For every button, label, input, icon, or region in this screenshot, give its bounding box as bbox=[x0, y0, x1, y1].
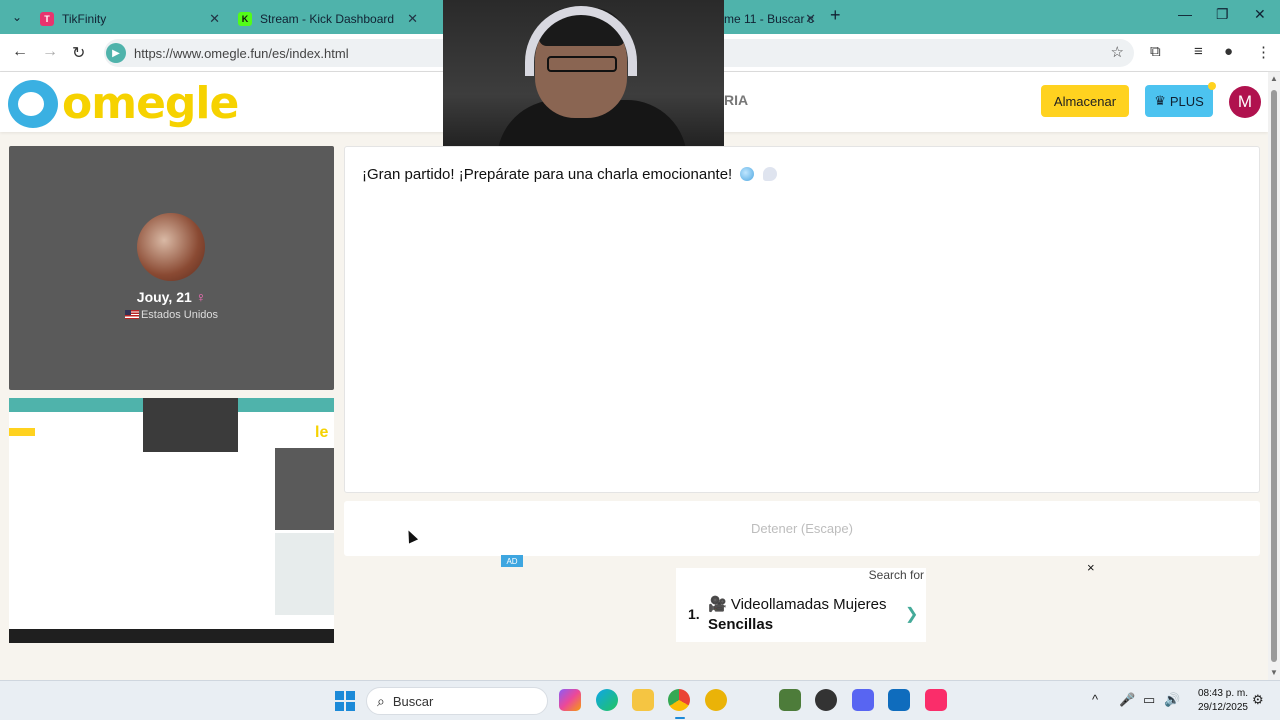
female-icon: ♀ bbox=[195, 289, 207, 305]
nav-link-partial[interactable]: RIA bbox=[724, 92, 748, 108]
tab-label: me 11 - Buscar c bbox=[724, 12, 814, 26]
mirrored-webcam bbox=[143, 398, 238, 452]
ad-close-icon[interactable]: × bbox=[1087, 560, 1095, 575]
chevron-up-icon[interactable]: ^ bbox=[1092, 692, 1098, 707]
mirrored-stranger-panel bbox=[275, 448, 334, 530]
plus-label: PLUS bbox=[1169, 93, 1204, 109]
stranger-video-panel: Jouy, 21 ♀ Estados Unidos bbox=[9, 146, 334, 390]
plus-button[interactable]: ♛ PLUS bbox=[1145, 85, 1213, 117]
notification-dot bbox=[1208, 82, 1216, 90]
media-controls-icon[interactable]: ≡ bbox=[1194, 43, 1203, 60]
active-app-indicator bbox=[675, 717, 685, 719]
chrome-icon[interactable] bbox=[668, 689, 690, 711]
taskbar-search-placeholder: Buscar bbox=[392, 693, 434, 709]
video-camera-icon: 🎥 bbox=[708, 596, 727, 613]
volume-icon[interactable]: 🔊 bbox=[1164, 692, 1180, 708]
site-info-icon[interactable]: ▶ bbox=[106, 43, 126, 63]
minimize-icon[interactable]: — bbox=[1178, 6, 1192, 22]
scroll-thumb[interactable] bbox=[1271, 90, 1277, 662]
close-tab-icon[interactable]: ✕ bbox=[407, 11, 418, 27]
ad-line2: Sencillas bbox=[708, 616, 774, 633]
mirrored-logo: le bbox=[315, 424, 329, 441]
self-video-panel: le bbox=[9, 398, 334, 643]
store-button[interactable]: Almacenar bbox=[1041, 85, 1129, 117]
chat-message-text: ¡Gran partido! ¡Prepárate para una charl… bbox=[362, 166, 733, 183]
scroll-up-icon[interactable]: ▲ bbox=[1270, 74, 1278, 83]
omegle-logo[interactable]: omegle bbox=[8, 78, 239, 129]
taskbar-search[interactable]: ⌕ Buscar bbox=[366, 687, 548, 715]
music-app-icon[interactable] bbox=[925, 689, 947, 711]
ad-search-for: Search for bbox=[868, 568, 924, 582]
scroll-down-icon[interactable]: ▼ bbox=[1270, 668, 1278, 677]
mirrored-ad bbox=[75, 594, 155, 612]
tab-kick-dashboard[interactable]: K Stream - Kick Dashboard ✕ bbox=[228, 4, 426, 34]
close-window-icon[interactable]: ✕ bbox=[1254, 6, 1266, 23]
speech-bubble-icon bbox=[762, 167, 777, 181]
back-icon[interactable]: ← bbox=[12, 43, 28, 61]
headphones-icon bbox=[525, 6, 637, 76]
profile-icon[interactable]: ● bbox=[1224, 43, 1233, 60]
stranger-country: Estados Unidos bbox=[9, 309, 334, 321]
discord-icon[interactable] bbox=[852, 689, 874, 711]
logo-bubble-icon bbox=[8, 79, 58, 128]
chevron-right-icon[interactable]: ❯ bbox=[905, 604, 918, 624]
clock-time: 08:43 p. m. bbox=[1197, 688, 1248, 699]
chat-log[interactable]: ¡Gran partido! ¡Prepárate para una charl… bbox=[344, 146, 1260, 493]
taskbar-clock[interactable]: 08:43 p. m. 29/12/2025 bbox=[1188, 687, 1248, 715]
ad-box[interactable]: Search for 1. 🎥 Videollamadas Mujeres Se… bbox=[676, 568, 926, 642]
menu-icon[interactable]: ⋮ bbox=[1256, 43, 1271, 61]
reload-icon[interactable]: ↻ bbox=[72, 43, 85, 63]
minecraft-icon[interactable] bbox=[779, 689, 801, 711]
new-tab-button[interactable]: + bbox=[830, 5, 841, 26]
store-app-icon[interactable] bbox=[888, 689, 910, 711]
page-scrollbar[interactable]: ▲ ▼ bbox=[1268, 72, 1280, 680]
globe-icon bbox=[740, 167, 755, 181]
windows-taskbar: ⌕ Buscar ^ 🎤 ▭ 🔊 08:43 p. m. 29/12/2025 … bbox=[0, 680, 1280, 720]
clock-date: 29/12/2025 bbox=[1197, 702, 1248, 713]
stranger-name: Jouy, 21 ♀ bbox=[9, 289, 334, 305]
coin-app-icon[interactable] bbox=[705, 689, 727, 711]
us-flag-icon bbox=[124, 310, 139, 319]
windows-start-icon[interactable] bbox=[335, 691, 355, 711]
ad-badge: AD bbox=[501, 555, 523, 567]
tikfinity-icon: T bbox=[40, 12, 54, 26]
tab-search[interactable]: me 11 - Buscar c ✕ bbox=[724, 4, 824, 34]
user-avatar[interactable]: M bbox=[1229, 86, 1261, 118]
microphone-icon[interactable]: 🎤 bbox=[1119, 692, 1135, 708]
close-tab-icon[interactable]: ✕ bbox=[209, 11, 220, 27]
url-text: https://www.omegle.fun/es/index.html bbox=[134, 45, 349, 61]
mirrored-self-panel bbox=[275, 533, 334, 615]
tab-label: Stream - Kick Dashboard bbox=[260, 12, 395, 26]
blank-app-icon[interactable] bbox=[742, 689, 764, 711]
ad-number: 1. bbox=[688, 606, 700, 622]
tab-tikfinity[interactable]: T TikFinity ✕ bbox=[30, 4, 228, 34]
restore-icon[interactable]: ❐ bbox=[1216, 6, 1229, 23]
close-tab-icon[interactable]: ✕ bbox=[805, 11, 816, 27]
chat-message: ¡Gran partido! ¡Prepárate para una charl… bbox=[362, 166, 777, 183]
stranger-avatar bbox=[137, 213, 205, 281]
search-icon: ⌕ bbox=[377, 692, 385, 709]
ad-line1: Videollamadas Mujeres bbox=[730, 596, 887, 613]
mirrored-button bbox=[9, 428, 35, 436]
file-explorer-icon[interactable] bbox=[632, 689, 654, 711]
network-icon[interactable]: ▭ bbox=[1143, 692, 1155, 708]
edge-icon[interactable] bbox=[596, 689, 618, 711]
settings-gear-icon[interactable]: ⚙ bbox=[1252, 692, 1264, 708]
streamer-webcam-overlay bbox=[443, 0, 724, 158]
copilot-icon[interactable] bbox=[559, 689, 581, 711]
stop-button[interactable]: Detener (Escape) bbox=[344, 501, 1260, 556]
stranger-name-text: Jouy, 21 bbox=[136, 289, 192, 305]
tab-label: TikFinity bbox=[62, 12, 107, 26]
logo-text: omegle bbox=[62, 78, 239, 129]
ad-link[interactable]: 🎥 Videollamadas Mujeres Sencillas bbox=[708, 595, 898, 635]
country-text: Estados Unidos bbox=[140, 309, 219, 321]
kick-icon: K bbox=[238, 12, 252, 26]
crown-icon: ♛ bbox=[1154, 93, 1166, 108]
obs-icon[interactable] bbox=[815, 689, 837, 711]
forward-icon[interactable]: → bbox=[42, 43, 58, 61]
extensions-icon[interactable]: ⧉ bbox=[1150, 43, 1161, 60]
tab-search-menu-icon[interactable]: ⌄ bbox=[6, 6, 28, 28]
bookmark-star-icon[interactable]: ☆ bbox=[1111, 43, 1124, 61]
mirrored-taskbar bbox=[9, 629, 334, 643]
